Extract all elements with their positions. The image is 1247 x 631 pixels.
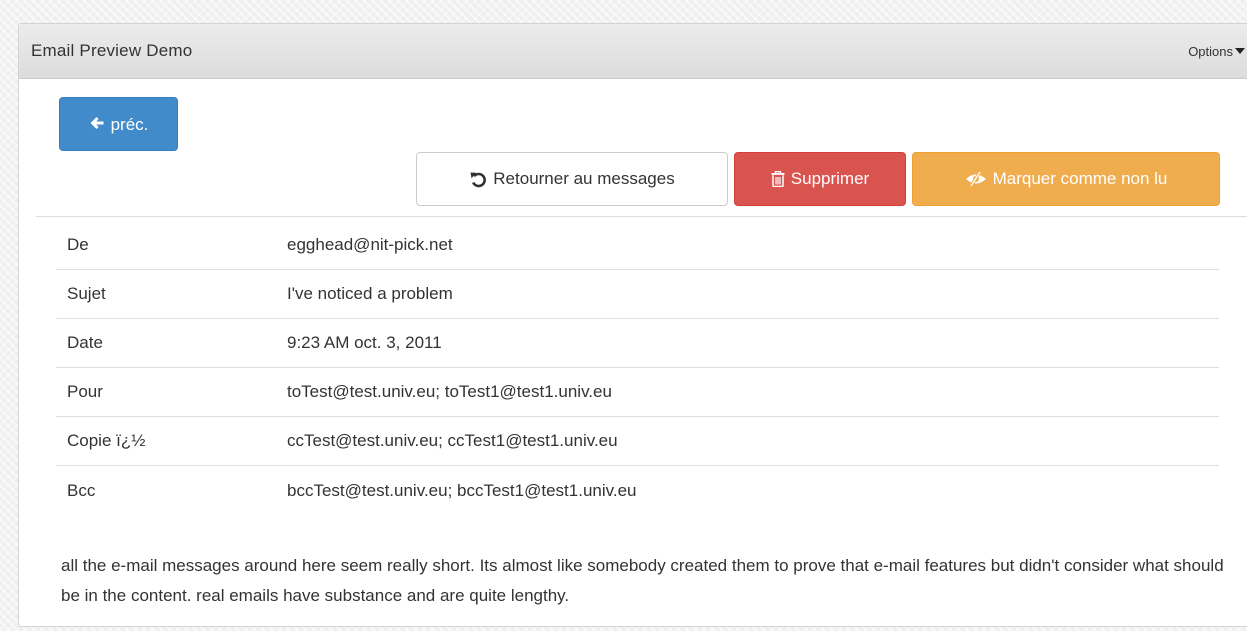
portlet-title: Email Preview Demo: [31, 41, 193, 60]
previous-button[interactable]: préc.: [59, 97, 178, 151]
portlet-header: Email Preview Demo Options: [19, 24, 1247, 79]
header-row-from: De egghead@nit-pick.net: [56, 221, 1219, 270]
arrow-left-icon: [89, 115, 105, 131]
header-value: ccTest@test.univ.eu; ccTest1@test1.univ.…: [287, 431, 618, 450]
email-preview-portlet: Email Preview Demo Options préc. Retourn…: [18, 23, 1247, 627]
header-label: De: [67, 235, 89, 254]
mark-unread-button[interactable]: Marquer comme non lu: [912, 152, 1220, 206]
trash-icon: [771, 171, 785, 187]
delete-button[interactable]: Supprimer: [734, 152, 906, 206]
header-value: toTest@test.univ.eu; toTest1@test1.univ.…: [287, 382, 612, 401]
header-row-subject: Sujet I've noticed a problem: [56, 270, 1219, 319]
mark-unread-button-label: Marquer comme non lu: [992, 169, 1168, 188]
header-label: Date: [67, 333, 103, 352]
header-value: bccTest@test.univ.eu; bccTest1@test1.uni…: [287, 480, 637, 500]
header-row-to: Pour toTest@test.univ.eu; toTest1@test1.…: [56, 368, 1219, 417]
header-value: egghead@nit-pick.net: [287, 235, 453, 254]
email-headers-table: De egghead@nit-pick.net Sujet I've notic…: [56, 221, 1219, 515]
options-label: Options: [1188, 43, 1233, 59]
return-to-messages-button[interactable]: Retourner au messages: [416, 152, 728, 206]
header-label: Sujet: [67, 284, 106, 303]
undo-icon: [469, 170, 487, 188]
header-label: Pour: [67, 382, 103, 401]
caret-down-icon: [1235, 48, 1245, 54]
eye-slash-icon: [965, 171, 987, 187]
header-row-cc: Copie ï¿½ ccTest@test.univ.eu; ccTest1@t…: [56, 417, 1219, 466]
header-label: Copie ï¿½: [67, 431, 146, 450]
options-menu[interactable]: Options: [1188, 44, 1247, 59]
header-value: I've noticed a problem: [287, 284, 453, 303]
return-button-label: Retourner au messages: [493, 169, 675, 188]
header-row-date: Date 9:23 AM oct. 3, 2011: [56, 319, 1219, 368]
header-row-bcc: Bcc bccTest@test.univ.eu; bccTest1@test1…: [56, 466, 1219, 515]
email-body: all the e-mail messages around here seem…: [61, 556, 1224, 605]
header-value: 9:23 AM oct. 3, 2011: [287, 333, 442, 352]
toolbar-divider: [36, 216, 1247, 217]
previous-button-label: préc.: [110, 115, 149, 134]
header-label: Bcc: [67, 480, 96, 500]
delete-button-label: Supprimer: [790, 169, 870, 188]
